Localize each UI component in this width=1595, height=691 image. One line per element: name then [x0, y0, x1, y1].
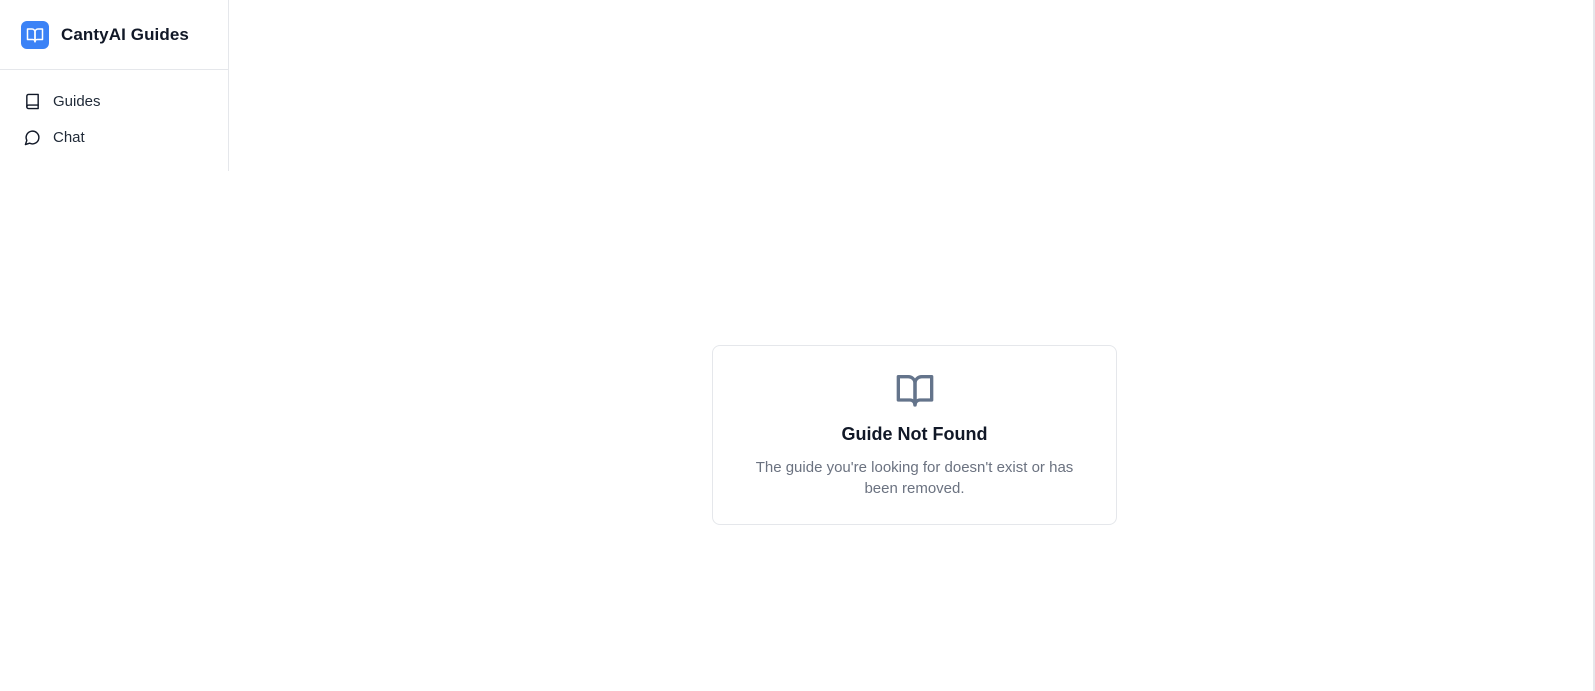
book-open-icon: [893, 370, 937, 410]
empty-state-description: The guide you're looking for doesn't exi…: [755, 459, 1074, 497]
brand-title: CantyAI Guides: [61, 24, 189, 44]
sidebar-item-chat[interactable]: Chat: [0, 119, 228, 155]
sidebar-item-label: Guides: [53, 92, 101, 110]
chat-bubble-icon: [23, 128, 41, 146]
brand[interactable]: CantyAI Guides: [0, 0, 228, 70]
sidebar-item-guides[interactable]: Guides: [0, 83, 228, 119]
app-root: CantyAI Guides Guides Chat Guide Not Fou…: [0, 0, 1595, 691]
book-open-icon: [21, 20, 49, 49]
empty-state-title: Guide Not Found: [841, 424, 988, 444]
book-icon: [23, 92, 41, 110]
sidebar: CantyAI Guides Guides Chat: [0, 0, 229, 171]
sidebar-item-label: Chat: [53, 128, 85, 146]
sidebar-nav: Guides Chat: [0, 70, 228, 155]
empty-state-card: Guide Not Found The guide you're looking…: [712, 345, 1117, 525]
